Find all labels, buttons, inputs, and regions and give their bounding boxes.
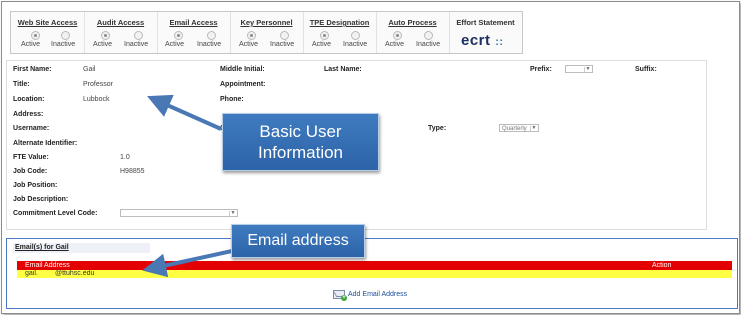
tab-title[interactable]: Email Access [157, 18, 230, 27]
email-table-header: Email Address Action [17, 261, 732, 270]
radio-label: Inactive [343, 41, 368, 48]
action-column-header: Action [652, 262, 672, 269]
tab-auto-process[interactable]: Auto Process Active Inactive [376, 12, 450, 53]
email-address-prefix: gail. [25, 270, 38, 277]
type-select-value: Quarterly [502, 126, 527, 132]
radio-label: Active [93, 41, 113, 48]
job-position-label: Job Position: [13, 182, 58, 189]
username-label: Username: [13, 125, 50, 132]
tab-effort-statement[interactable]: Effort Statement ecrt :: [449, 12, 522, 53]
active-radio[interactable] [320, 31, 329, 40]
email-address-domain: @ttuhsc.edu [55, 270, 95, 277]
tab-title[interactable]: Auto Process [376, 18, 449, 27]
active-radio[interactable] [174, 31, 183, 40]
type-label: Type: [428, 125, 447, 132]
callout-line: Information [257, 143, 344, 162]
chevron-down-icon: ▼ [229, 210, 236, 216]
tab-key-personnel[interactable]: Key Personnel Active Inactive [230, 12, 304, 53]
radio-label: Inactive [270, 41, 295, 48]
middle-initial-label: Middle Initial: [220, 66, 265, 73]
ecrt-logo-text: ecrt [461, 32, 491, 49]
suffix-label: Suffix: [635, 66, 657, 73]
last-name-label: Last Name: [324, 66, 362, 73]
title-value: Professor [83, 81, 113, 88]
radio-label: Active [312, 41, 332, 48]
active-radio[interactable] [31, 31, 40, 40]
email-address-column-header: Email Address [25, 262, 70, 269]
basic-user-information-callout: Basic User Information [222, 113, 379, 171]
radio-label: Active [165, 41, 185, 48]
ecrt-dots: :: [495, 36, 504, 48]
radio-label: Inactive [416, 41, 441, 48]
tab-title[interactable]: Audit Access [84, 18, 157, 27]
job-code-value: H98855 [120, 168, 145, 175]
callout-line: Basic User [259, 122, 342, 141]
prefix-select[interactable]: ▼ [565, 65, 593, 73]
table-row[interactable]: gail. @ttuhsc.edu [17, 270, 732, 278]
tab-tpe-designation[interactable]: TPE Designation Active Inactive [303, 12, 377, 53]
tab-title[interactable]: TPE Designation [303, 18, 376, 27]
type-select[interactable]: Quarterly ▼ [499, 124, 539, 132]
ecrt-logo[interactable]: ecrt :: [461, 32, 504, 49]
tab-web-site-access[interactable]: Web Site Access Active Inactive [11, 12, 85, 53]
tab-title[interactable]: Effort Statement [449, 18, 522, 27]
inactive-radio[interactable] [280, 31, 289, 40]
fte-value-label: FTE Value: [13, 154, 49, 161]
radio-label: Active [385, 41, 405, 48]
tab-title[interactable]: Key Personnel [230, 18, 303, 27]
inactive-radio[interactable] [424, 31, 433, 40]
fte-value: 1.0 [120, 154, 130, 161]
access-tabs-bar: Web Site Access Active Inactive Audit Ac… [10, 11, 523, 54]
first-name-label: First Name: [13, 66, 52, 73]
tab-title[interactable]: Web Site Access [11, 18, 84, 27]
email-address-callout: Email address [231, 224, 365, 258]
alternate-identifier-label: Alternate Identifier: [13, 140, 78, 147]
prefix-label: Prefix: [530, 66, 552, 73]
active-radio[interactable] [247, 31, 256, 40]
email-section-title[interactable]: Email(s) for Gail [13, 243, 150, 253]
chevron-down-icon: ▼ [584, 66, 591, 72]
address-label: Address: [13, 111, 44, 118]
inactive-radio[interactable] [134, 31, 143, 40]
inactive-radio[interactable] [207, 31, 216, 40]
inactive-radio[interactable] [61, 31, 70, 40]
add-email-icon: + [333, 290, 347, 301]
title-label: Title: [13, 81, 30, 88]
active-radio[interactable] [393, 31, 402, 40]
callout-text: Email address [247, 232, 349, 249]
email-addresses-panel: Email(s) for Gail Email Address Action g… [6, 238, 738, 309]
commitment-level-select[interactable]: ▼ [120, 209, 238, 217]
commitment-level-code-label: Commitment Level Code: [13, 210, 98, 217]
radio-label: Inactive [124, 41, 149, 48]
job-code-label: Job Code: [13, 168, 48, 175]
radio-label: Active [239, 41, 259, 48]
tab-email-access[interactable]: Email Access Active Inactive [157, 12, 231, 53]
add-email-address-button[interactable]: + Add Email Address [333, 290, 408, 301]
active-radio[interactable] [101, 31, 110, 40]
tab-audit-access[interactable]: Audit Access Active Inactive [84, 12, 158, 53]
first-name-value: Gail [83, 66, 96, 73]
job-description-label: Job Description: [13, 196, 69, 203]
user-detail-window: Web Site Access Active Inactive Audit Ac… [1, 1, 740, 314]
chevron-down-icon: ▼ [530, 125, 537, 131]
location-label: Location: [13, 96, 45, 103]
appointment-label: Appointment: [220, 81, 266, 88]
radio-label: Inactive [51, 41, 76, 48]
radio-label: Active [21, 41, 41, 48]
add-email-address-label: Add Email Address [348, 291, 408, 298]
phone-label: Phone: [220, 96, 244, 103]
radio-label: Inactive [197, 41, 222, 48]
inactive-radio[interactable] [351, 31, 360, 40]
location-value: Lubbock [83, 96, 110, 103]
